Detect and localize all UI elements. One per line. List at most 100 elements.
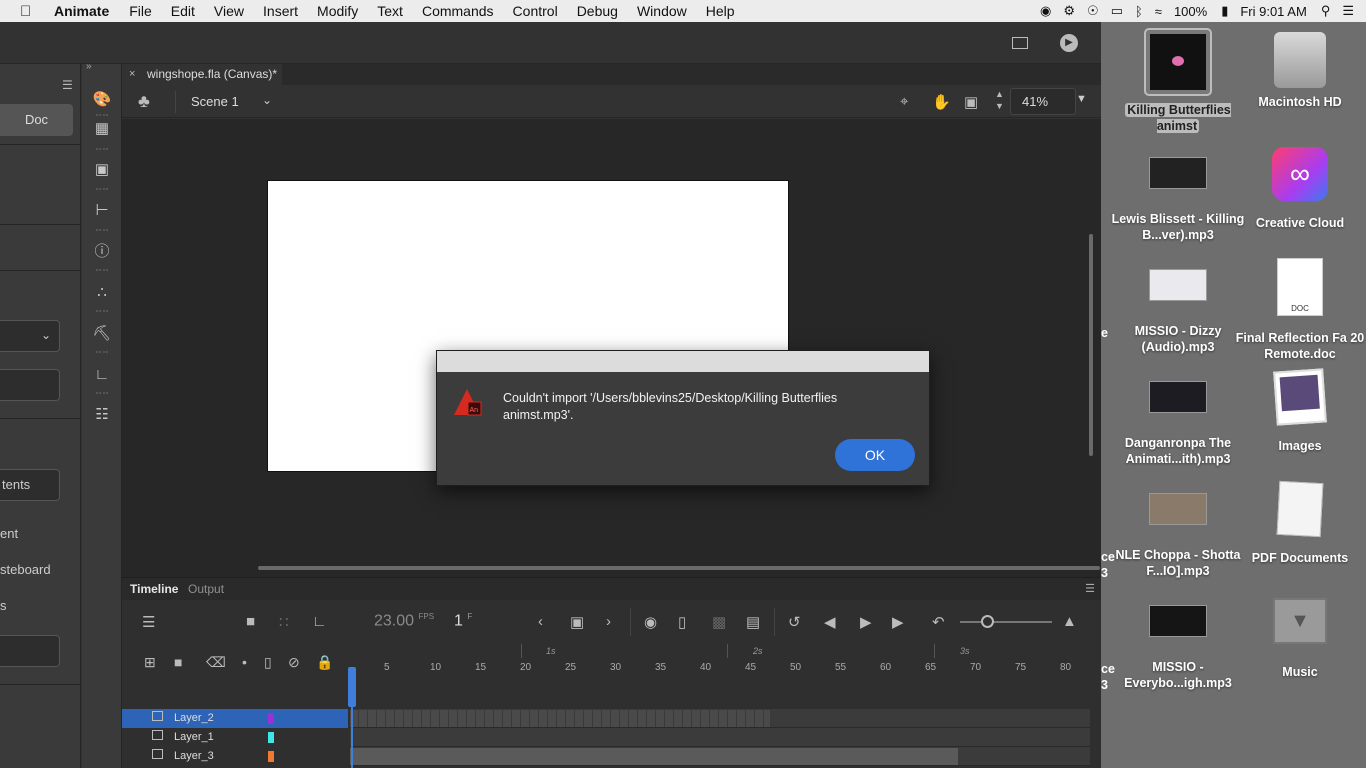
next-keyframe-icon[interactable]: › xyxy=(606,613,611,630)
outline-icon[interactable]: ▯ xyxy=(264,654,272,671)
layer-color-swatch[interactable] xyxy=(268,713,274,724)
menu-view[interactable]: View xyxy=(214,3,244,19)
step-back-icon[interactable]: ◀ xyxy=(824,613,836,631)
chevron-down-icon[interactable]: ▼ xyxy=(1076,93,1087,105)
dialog-title-bar[interactable] xyxy=(437,351,929,372)
menu-app-name[interactable]: Animate xyxy=(54,3,109,19)
hand-rotate-icon[interactable]: ✋ xyxy=(932,93,951,111)
highlight-layer-icon[interactable]: • xyxy=(242,654,247,670)
edit-multiple-frames-icon[interactable]: ▯ xyxy=(678,613,686,631)
delete-icon[interactable]: ⌫ xyxy=(206,654,226,671)
desktop-icon-missio-dizzy[interactable]: MISSIO - Dizzy (Audio).mp3 xyxy=(1108,269,1248,355)
layer-parenting-icon[interactable]: ∷ xyxy=(279,613,289,631)
clock[interactable]: Fri 9:01 AM xyxy=(1240,4,1306,19)
properties-option[interactable]: ent xyxy=(0,526,18,541)
battery-percentage[interactable]: 100% xyxy=(1174,4,1207,19)
test-movie-play-icon[interactable]: ▶ xyxy=(1060,34,1078,52)
settings-gear-icon[interactable]: ⚙ xyxy=(1063,3,1075,19)
desktop-icon-macintosh-hd[interactable]: Macintosh HD xyxy=(1230,32,1366,110)
layer-row[interactable]: Layer_2 xyxy=(122,709,1101,728)
scene-name[interactable]: Scene 1 xyxy=(191,94,239,109)
align-icon[interactable]: ⊢ xyxy=(92,201,112,221)
motion-presets-icon[interactable]: ∴ xyxy=(92,283,112,303)
layer-name[interactable]: Layer_2 xyxy=(174,712,214,724)
layer-row[interactable]: Layer_1 xyxy=(122,728,1101,747)
chevron-down-icon[interactable]: ⌄ xyxy=(262,93,272,107)
insert-keyframe-icon[interactable]: ▣ xyxy=(570,613,584,631)
properties-field[interactable] xyxy=(0,635,60,667)
desktop-icon-images[interactable]: Images xyxy=(1230,368,1366,454)
library-icon[interactable]: ▦ xyxy=(92,119,112,139)
lock-icon[interactable]: 🔒 xyxy=(316,654,333,671)
loop-icon[interactable]: ↺ xyxy=(788,613,801,631)
horizontal-scrollbar[interactable] xyxy=(258,566,1100,570)
mountain-icon[interactable]: ▲ xyxy=(1062,613,1077,630)
undo-icon[interactable]: ↶ xyxy=(932,613,945,631)
transform-icon[interactable]: ▣ xyxy=(92,160,112,180)
current-frame[interactable]: 1 F xyxy=(454,612,472,630)
expand-panels-icon[interactable]: » xyxy=(86,61,92,72)
partial-desktop-label[interactable]: e xyxy=(1101,326,1108,340)
accessibility-icon[interactable]: ☉ xyxy=(1087,3,1099,19)
code-snippets-icon[interactable]: ⛏ xyxy=(92,324,112,344)
info-icon[interactable]: ⓘ xyxy=(92,242,112,262)
layer-frames[interactable] xyxy=(350,728,1090,747)
properties-field[interactable] xyxy=(0,369,60,401)
menu-edit[interactable]: Edit xyxy=(171,3,195,19)
color-palette-icon[interactable]: 🎨 xyxy=(92,90,112,110)
frame-span[interactable] xyxy=(350,710,770,727)
edit-symbols-icon[interactable]: ♣ xyxy=(138,91,150,112)
menu-insert[interactable]: Insert xyxy=(263,3,298,19)
layer-frames[interactable] xyxy=(350,747,1090,766)
airplay-icon[interactable]: ▭ xyxy=(1111,3,1123,19)
desktop-icon-creative-cloud[interactable]: ∞ Creative Cloud xyxy=(1230,147,1366,231)
properties-dropdown[interactable]: ⌄ xyxy=(0,320,60,352)
menu-control[interactable]: Control xyxy=(513,3,558,19)
tab-timeline[interactable]: Timeline xyxy=(130,582,178,596)
layer-name-cell[interactable]: Layer_2 xyxy=(122,709,348,728)
menu-file[interactable]: File xyxy=(129,3,152,19)
properties-option[interactable]: s xyxy=(0,598,7,613)
new-layer-icon[interactable]: ⊞ xyxy=(144,654,156,671)
document-tab[interactable]: × wingshope.fla (Canvas)* xyxy=(122,64,282,85)
layer-name-cell[interactable]: Layer_3 xyxy=(122,747,348,766)
components-icon[interactable]: ☷ xyxy=(92,405,112,425)
frame-ruler[interactable]: 1s 2s 3s 5 10 15 20 25 30 35 40 45 50 55… xyxy=(350,644,1090,680)
ok-button[interactable]: OK xyxy=(835,439,915,471)
panel-menu-icon[interactable]: ☰ xyxy=(62,78,73,92)
layer-row[interactable]: Layer_3 xyxy=(122,747,1101,766)
previous-keyframe-icon[interactable]: ‹ xyxy=(538,613,543,630)
workspace-layout-icon[interactable] xyxy=(1012,37,1028,49)
insert-frame-icon[interactable]: ▤ xyxy=(746,613,760,631)
bluetooth-icon[interactable]: ᛒ xyxy=(1135,4,1143,19)
create-tween-icon[interactable]: ▩ xyxy=(712,613,726,631)
notification-center-icon[interactable]: ☰ xyxy=(1342,3,1354,19)
clip-content-icon[interactable]: ▣ xyxy=(964,93,978,111)
menu-commands[interactable]: Commands xyxy=(422,3,494,19)
battery-icon[interactable]: ▮ xyxy=(1221,3,1228,19)
properties-option-pasteboard[interactable]: steboard xyxy=(0,562,51,577)
layer-name[interactable]: Layer_3 xyxy=(174,750,214,762)
frame-size-slider[interactable] xyxy=(960,621,1052,623)
hide-layer-icon[interactable]: ⊘ xyxy=(288,654,300,671)
wifi-icon[interactable]: ≈ xyxy=(1155,4,1162,19)
camera-icon[interactable]: ■ xyxy=(246,613,255,630)
layer-frames[interactable] xyxy=(350,709,1090,728)
motion-editor-icon[interactable]: ∟ xyxy=(92,365,112,385)
doc-tab-button[interactable]: Doc xyxy=(0,104,73,136)
play-icon[interactable]: ▶ xyxy=(860,613,872,631)
desktop-icon-nle-choppa[interactable]: NLE Choppa - Shotta F...IO].mp3 xyxy=(1108,493,1248,579)
menu-window[interactable]: Window xyxy=(637,3,687,19)
creative-cloud-status-icon[interactable]: ◉ xyxy=(1040,3,1051,19)
partial-desktop-label[interactable]: 3 xyxy=(1101,678,1108,692)
panel-menu-icon[interactable]: ☰ xyxy=(1085,582,1095,595)
close-icon[interactable]: × xyxy=(129,64,135,85)
vertical-scrollbar[interactable] xyxy=(1089,234,1093,456)
menu-text[interactable]: Text xyxy=(377,3,403,19)
pasteboard[interactable] xyxy=(122,119,1101,577)
graph-icon[interactable]: ∟ xyxy=(312,613,327,630)
desktop-icon-pdf-documents[interactable]: PDF Documents xyxy=(1230,480,1366,566)
desktop-icon-final-reflection-doc[interactable]: DOC Final Reflection Fa 20 Remote.doc xyxy=(1230,258,1366,362)
desktop-icon-danganronpa[interactable]: Danganronpa The Animati...ith).mp3 xyxy=(1108,381,1248,467)
layer-color-swatch[interactable] xyxy=(268,732,274,743)
